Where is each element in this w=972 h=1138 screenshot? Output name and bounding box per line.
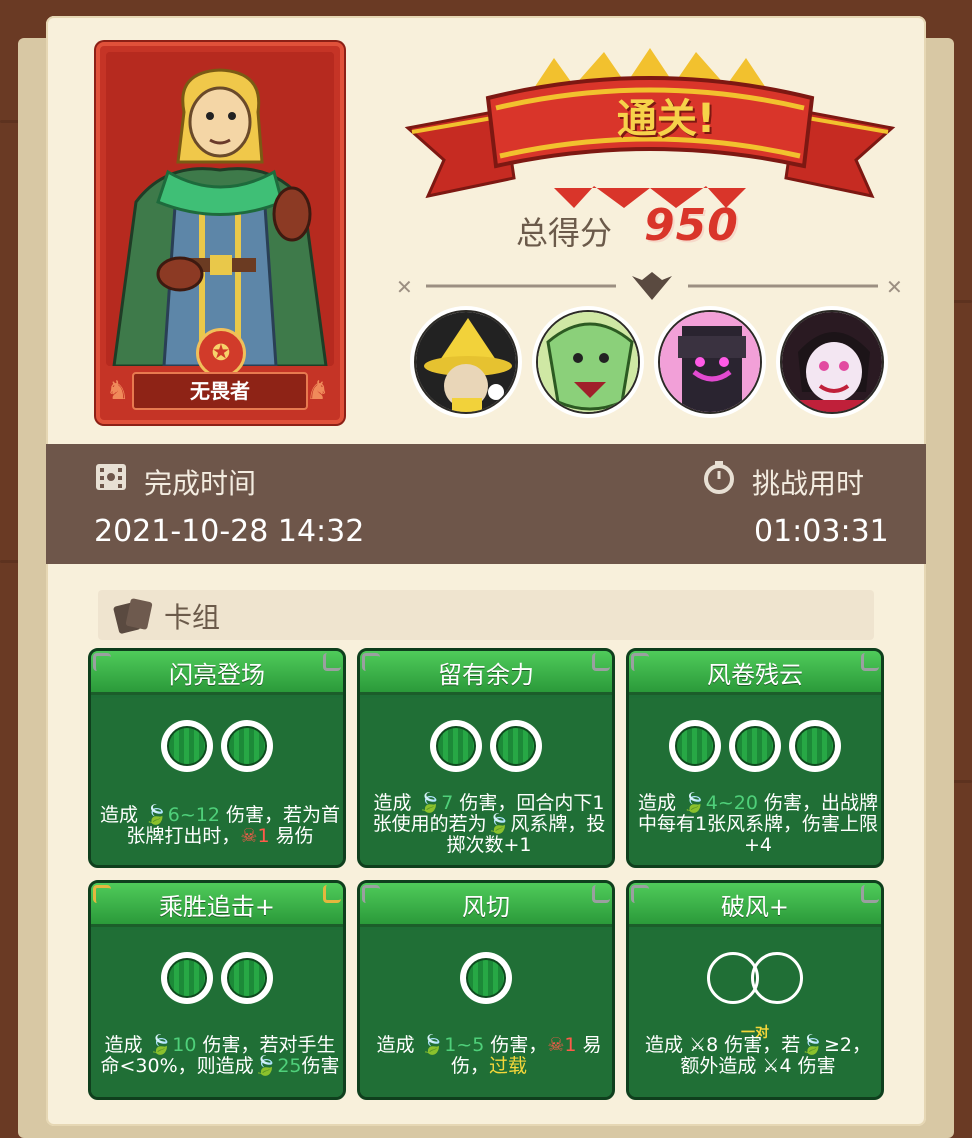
challenge-duration-label: 挑战用时: [752, 467, 865, 500]
card-description: 造成 🍃6~12 伤害，若为首张牌打出时，☠1 易伤: [100, 804, 340, 847]
defeated-enemy-avatar[interactable]: [776, 306, 888, 418]
wind-leaf-icon: 🍃: [682, 792, 706, 814]
card-title: 风卷残云: [707, 661, 803, 689]
wind-dice-icon: [161, 952, 213, 1004]
wind-dice-icon: [490, 720, 542, 772]
empty-dice-slot-icon: [751, 952, 803, 1004]
cards-icon: [112, 596, 156, 634]
wind-dice-icon: [729, 720, 781, 772]
score-value: 950: [644, 200, 739, 251]
vulnerable-icon: ☠: [240, 825, 258, 847]
deck-card[interactable]: 破风+ 一对 造成 ⚔8 伤害，若🍃≥2，额外造成 ⚔4 伤害: [626, 880, 884, 1100]
score-label: 总得分: [516, 214, 613, 252]
dragon-ornament-icon: ♞: [106, 376, 130, 406]
wind-leaf-icon: 🍃: [420, 1034, 445, 1056]
card-description: 造成 🍃10 伤害，若对手生命<30%，则造成🍃25伤害: [100, 1034, 340, 1077]
hero-card[interactable]: ✪ ♞ ♞ 无畏者: [96, 42, 344, 424]
card-title: 留有余力: [438, 661, 534, 689]
defeated-enemy-avatar[interactable]: [410, 306, 522, 418]
wind-dice-icon: [430, 720, 482, 772]
dice-slots: [91, 952, 343, 1004]
deck-header: 卡组: [98, 590, 874, 640]
victory-title: 通关!: [616, 96, 716, 142]
card-title: 风切: [462, 893, 510, 921]
deck-title: 卡组: [164, 601, 221, 634]
card-title: 破风+: [720, 893, 790, 921]
wind-dice-icon: [460, 952, 512, 1004]
hero-portrait: [106, 52, 334, 366]
card-description: 造成 ⚔8 伤害，若🍃≥2，额外造成 ⚔4 伤害: [645, 1034, 871, 1077]
wind-leaf-icon: 🍃: [253, 1055, 278, 1077]
defeated-enemy-avatar[interactable]: [654, 306, 766, 418]
section-divider: ✕ ✕: [396, 270, 908, 304]
vulnerable-icon: ☠: [547, 1034, 565, 1056]
card-title: 闪亮登场: [169, 661, 265, 689]
card-description: 造成 🍃1~5 伤害，☠1 易伤，过载: [376, 1034, 602, 1077]
deck-card[interactable]: 风卷残云 造成 🍃4~20 伤害，出战牌中每有1张风系牌，伤害上限+4: [626, 648, 884, 868]
wind-leaf-icon: 🍃: [148, 1034, 173, 1056]
hero-emblem-icon: ✪: [196, 328, 246, 378]
deck-card[interactable]: 风切 造成 🍃1~5 伤害，☠1 易伤，过载: [357, 880, 615, 1100]
dragon-ornament-icon: ♞: [306, 376, 330, 406]
deck-card[interactable]: 留有余力 造成 🍃7 伤害，回合内下1张使用的若为🍃风系牌，投掷次数+1: [357, 648, 615, 868]
hero-name-label: 无畏者: [132, 372, 308, 410]
card-description: 造成 🍃4~20 伤害，出战牌中每有1张风系牌，伤害上限+4: [637, 792, 879, 856]
card-description: 造成 🍃7 伤害，回合内下1张使用的若为🍃风系牌，投掷次数+1: [372, 792, 606, 856]
card-title: 乘胜追击+: [158, 893, 276, 921]
completion-time-value: 2021-10-28 14:32: [94, 514, 365, 549]
challenge-duration-value: 01:03:31: [754, 514, 889, 549]
completion-time-label: 完成时间: [144, 467, 257, 500]
stopwatch-icon: [702, 460, 736, 494]
sword-icon: ⚔: [762, 1055, 780, 1077]
wind-dice-icon: [221, 952, 273, 1004]
wind-dice-icon: [221, 720, 273, 772]
svg-text:✕: ✕: [886, 275, 903, 299]
dice-slots: [91, 720, 343, 772]
dice-slots: [629, 952, 881, 1004]
wind-leaf-icon: 🍃: [800, 1034, 824, 1056]
stats-band: 完成时间 2021-10-28 14:32 挑战用时 01:03:31: [46, 444, 926, 564]
wind-leaf-icon: 🍃: [417, 792, 442, 814]
wind-leaf-icon: 🍃: [486, 813, 511, 835]
wind-dice-icon: [161, 720, 213, 772]
deck-card[interactable]: 闪亮登场 造成 🍃6~12 伤害，若为首张牌打出时，☠1 易伤: [88, 648, 346, 868]
wind-dice-icon: [669, 720, 721, 772]
wind-leaf-icon: 🍃: [144, 804, 168, 826]
defeated-enemy-avatar[interactable]: [532, 306, 644, 418]
svg-text:✕: ✕: [396, 275, 413, 299]
dice-slots: [360, 952, 612, 1004]
film-icon: [94, 460, 128, 494]
dice-slots: [629, 720, 881, 772]
wind-dice-icon: [789, 720, 841, 772]
dice-slots: [360, 720, 612, 772]
sword-icon: ⚔: [689, 1034, 707, 1056]
deck-card[interactable]: 乘胜追击+ 造成 🍃10 伤害，若对手生命<30%，则造成🍃25伤害: [88, 880, 346, 1100]
